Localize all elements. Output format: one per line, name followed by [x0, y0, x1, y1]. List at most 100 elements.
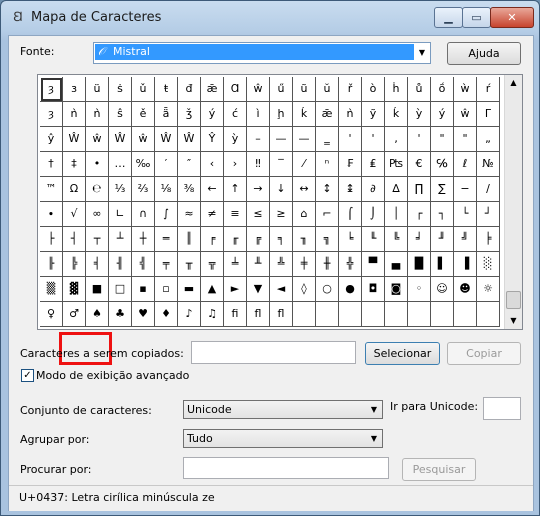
goto-unicode-field[interactable]	[483, 397, 521, 420]
character-cell[interactable]: ╥	[178, 252, 201, 277]
character-cell[interactable]: ŵ	[132, 127, 155, 152]
character-cell[interactable]: ỳ	[224, 127, 247, 152]
character-cell[interactable]: ò	[362, 77, 385, 102]
character-cell[interactable]: ╧	[224, 252, 247, 277]
character-cell[interactable]: ‗	[316, 127, 339, 152]
character-cell[interactable]: ǹ	[86, 102, 109, 127]
character-cell[interactable]: ŷ	[40, 127, 63, 152]
help-button[interactable]: Ajuda	[447, 42, 521, 65]
character-cell[interactable]: ‼	[247, 152, 270, 177]
character-cell[interactable]: ╫	[316, 252, 339, 277]
character-cell[interactable]: ╠	[63, 252, 86, 277]
character-cell[interactable]: └	[454, 202, 477, 227]
group-by-dropdown[interactable]: Tudo ▼	[183, 429, 383, 448]
character-cell[interactable]: ←	[201, 177, 224, 202]
character-cell[interactable]: ∂	[362, 177, 385, 202]
character-cell[interactable]: ǔ	[132, 77, 155, 102]
character-cell[interactable]: ŭ	[316, 77, 339, 102]
character-cell[interactable]: ◙	[385, 277, 408, 302]
character-cell[interactable]: ┴	[109, 227, 132, 252]
character-cell[interactable]: ☻	[454, 277, 477, 302]
close-button[interactable]: ✕	[490, 7, 534, 28]
character-cell[interactable]: ™	[40, 177, 63, 202]
character-cell[interactable]: ‚	[385, 127, 408, 152]
character-cell[interactable]: ┘	[477, 202, 500, 227]
character-cell[interactable]: ↕	[316, 177, 339, 202]
character-cell[interactable]: ∟	[109, 202, 132, 227]
character-cell[interactable]: ﬁ	[224, 302, 247, 327]
character-cell[interactable]: €	[408, 152, 431, 177]
character-cell[interactable]: ☼	[477, 277, 500, 302]
character-cell[interactable]: ⅜	[178, 177, 201, 202]
character-cell[interactable]: ↑	[224, 177, 247, 202]
character-cell[interactable]: ỹ	[362, 102, 385, 127]
character-cell[interactable]: ŵ	[86, 127, 109, 152]
character-cell[interactable]: ŵ	[247, 77, 270, 102]
character-cell[interactable]: ╓	[224, 227, 247, 252]
character-cell[interactable]	[385, 302, 408, 327]
character-cell[interactable]: ẁ	[454, 77, 477, 102]
character-cell[interactable]: Ω	[63, 177, 86, 202]
character-cell[interactable]: ♥	[132, 302, 155, 327]
copy-field[interactable]	[191, 341, 356, 364]
character-cell[interactable]: ╜	[431, 227, 454, 252]
character-cell[interactable]: ǹ	[63, 102, 86, 127]
character-cell[interactable]: ╟	[40, 252, 63, 277]
character-cell[interactable]: Γ	[477, 102, 500, 127]
character-cell[interactable]: ╞	[477, 227, 500, 252]
character-cell[interactable]: ┤	[63, 227, 86, 252]
chevron-down-icon[interactable]: ▼	[414, 43, 430, 63]
character-cell[interactable]	[316, 302, 339, 327]
character-cell[interactable]: √	[63, 202, 86, 227]
copy-button[interactable]: Copiar	[447, 342, 521, 365]
character-cell[interactable]: ř	[339, 77, 362, 102]
character-cell[interactable]: ░	[477, 252, 500, 277]
advanced-view-checkbox[interactable]: ✓	[21, 369, 34, 382]
character-cell[interactable]: ŧ	[155, 77, 178, 102]
title-bar[interactable]: Ꞛ Mapa de Caracteres ▁ ▭ ✕	[1, 1, 539, 37]
character-cell[interactable]: ╕	[270, 227, 293, 252]
character-cell[interactable]: Ŵ	[178, 127, 201, 152]
character-cell[interactable]: ▓	[63, 277, 86, 302]
character-cell[interactable]: ű	[270, 77, 293, 102]
character-cell[interactable]: ∙	[40, 202, 63, 227]
character-cell[interactable]: ﬂ	[247, 302, 270, 327]
character-cell[interactable]: ╔	[247, 227, 270, 252]
character-cell[interactable]: ▒	[40, 277, 63, 302]
character-cell[interactable]: ℮	[86, 177, 109, 202]
character-cell[interactable]: ḱ	[385, 102, 408, 127]
character-cell[interactable]: ₣	[339, 152, 362, 177]
character-cell[interactable]: ◄	[270, 277, 293, 302]
search-input[interactable]	[183, 457, 389, 479]
character-cell[interactable]: ȝ	[40, 77, 63, 102]
character-cell[interactable]: "	[431, 127, 454, 152]
character-cell[interactable]	[408, 302, 431, 327]
character-cell[interactable]: ǹ	[339, 102, 362, 127]
character-cell[interactable]: ●	[339, 277, 362, 302]
character-cell[interactable]: ě	[132, 102, 155, 127]
font-dropdown[interactable]: 𝒪 Mistral ▼	[93, 42, 431, 64]
character-cell[interactable]: ℓ	[454, 152, 477, 177]
character-cell[interactable]: ǟ	[155, 102, 178, 127]
character-cell[interactable]: ╙	[362, 227, 385, 252]
character-cell[interactable]: ″	[178, 152, 201, 177]
character-cell[interactable]: ḱ	[293, 102, 316, 127]
character-cell[interactable]	[339, 302, 362, 327]
character-cell[interactable]: ↨	[339, 177, 362, 202]
character-cell[interactable]: ☺	[431, 277, 454, 302]
chevron-down-icon[interactable]: ▼	[366, 430, 382, 447]
character-cell[interactable]: ý	[201, 102, 224, 127]
scroll-up-icon[interactable]: ▲	[505, 75, 522, 91]
character-cell[interactable]: '	[362, 127, 385, 152]
character-cell[interactable]: ╪	[293, 252, 316, 277]
character-cell[interactable]: ∫	[155, 202, 178, 227]
character-cell[interactable]: ý	[431, 102, 454, 127]
character-cell[interactable]: ì	[247, 102, 270, 127]
character-cell[interactable]: ◘	[362, 277, 385, 302]
character-cell[interactable]: →	[247, 177, 270, 202]
character-cell[interactable]: "	[454, 127, 477, 152]
character-cell[interactable]: ├	[40, 227, 63, 252]
character-cell[interactable]: ╗	[316, 227, 339, 252]
character-cell[interactable]: ǣ	[201, 77, 224, 102]
character-cell[interactable]: ‹	[201, 152, 224, 177]
